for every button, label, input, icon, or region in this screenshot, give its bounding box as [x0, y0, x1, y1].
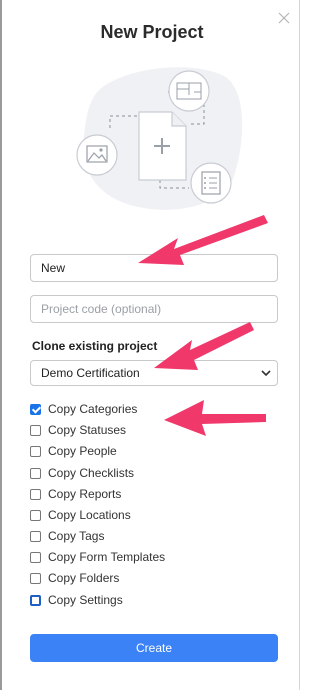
copy-folders-option[interactable]: Copy Folders	[30, 569, 119, 587]
blueprint-icon	[168, 70, 210, 112]
copy-statuses-label: Copy Statuses	[48, 423, 127, 437]
copy-settings-option[interactable]: Copy Settings	[30, 591, 123, 609]
copy-checklists-label: Copy Checklists	[48, 466, 135, 480]
copy-checklists-option[interactable]: Copy Checklists	[30, 464, 134, 482]
copy-tags-option[interactable]: Copy Tags	[30, 527, 104, 545]
new-project-dialog: New Project New Project code (optional) …	[0, 0, 300, 690]
copy-people-option[interactable]: Copy People	[30, 442, 117, 460]
project-illustration	[76, 67, 243, 210]
copy-categories-label: Copy Categories	[48, 402, 138, 416]
create-button[interactable]: Create	[30, 634, 278, 662]
copy-form-templates-checkbox[interactable]	[30, 551, 41, 563]
copy-locations-checkbox[interactable]	[30, 509, 41, 521]
checklist-icon	[190, 162, 232, 204]
copy-statuses-option[interactable]: Copy Statuses	[30, 421, 126, 439]
clone-project-selected-value: Demo Certification	[41, 366, 140, 380]
copy-reports-checkbox[interactable]	[30, 488, 41, 500]
clone-project-select[interactable]: Demo Certification	[30, 360, 278, 386]
chevron-down-icon	[261, 370, 271, 377]
copy-tags-label: Copy Tags	[48, 529, 105, 543]
copy-reports-option[interactable]: Copy Reports	[30, 485, 121, 503]
project-name-input[interactable]	[30, 254, 278, 282]
copy-categories-option[interactable]: Copy Categories	[30, 400, 137, 418]
copy-form-templates-label: Copy Form Templates	[48, 550, 166, 564]
copy-locations-label: Copy Locations	[48, 508, 131, 522]
copy-categories-checkbox[interactable]	[30, 403, 41, 415]
copy-form-templates-option[interactable]: Copy Form Templates	[30, 548, 165, 566]
clone-project-label: Clone existing project	[32, 339, 158, 353]
copy-folders-label: Copy Folders	[48, 571, 120, 585]
copy-people-checkbox[interactable]	[30, 445, 41, 457]
dialog-title: New Project	[100, 22, 204, 42]
copy-settings-checkbox[interactable]	[30, 594, 41, 606]
copy-checklists-checkbox[interactable]	[30, 467, 41, 479]
copy-people-label: Copy People	[48, 444, 117, 458]
copy-statuses-checkbox[interactable]	[30, 424, 41, 436]
file-plus-icon	[138, 111, 187, 181]
copy-folders-checkbox[interactable]	[30, 572, 41, 584]
image-icon	[76, 134, 118, 176]
copy-locations-option[interactable]: Copy Locations	[30, 506, 131, 524]
project-code-input[interactable]	[30, 295, 278, 323]
copy-settings-label: Copy Settings	[48, 593, 123, 607]
copy-tags-checkbox[interactable]	[30, 530, 41, 542]
copy-reports-label: Copy Reports	[48, 487, 122, 501]
